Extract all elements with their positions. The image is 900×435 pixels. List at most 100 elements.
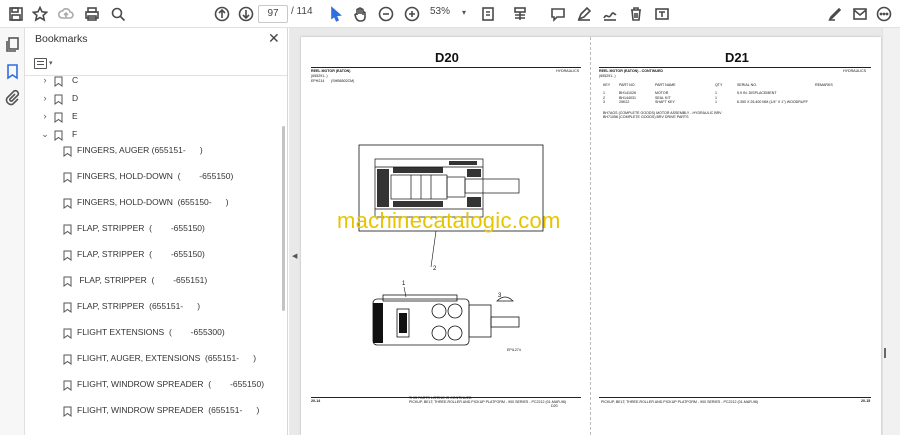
- table-cell: SHAFT KEY: [655, 100, 675, 104]
- table-cell: 1: [715, 95, 717, 100]
- bookmark-item[interactable]: FINGERS, HOLD-DOWN (655150- ): [25, 194, 275, 212]
- close-icon[interactable]: ✕: [268, 30, 280, 47]
- bookmarks-icon[interactable]: [4, 63, 21, 80]
- document-scrollbar[interactable]: [882, 28, 900, 435]
- zoom-dropdown-icon[interactable]: ▾: [462, 8, 466, 17]
- save-icon[interactable]: [6, 4, 26, 24]
- page-number-input[interactable]: 97: [258, 5, 288, 23]
- bookmark-label: F: [72, 129, 78, 139]
- table-header-cell: QTY: [715, 83, 723, 87]
- callout-1: 1: [402, 281, 406, 287]
- zoom-out-icon[interactable]: [376, 4, 396, 24]
- bookmark-item[interactable]: FINGERS, AUGER (655151- ): [25, 142, 275, 160]
- highlight-pen-icon[interactable]: [574, 4, 594, 24]
- page-fit-icon[interactable]: [478, 4, 498, 24]
- bookmark-icon: [54, 94, 63, 105]
- bookmark-icon: [63, 276, 72, 287]
- zoom-in-icon[interactable]: [402, 4, 422, 24]
- left-sub: EPH214: [311, 79, 325, 83]
- bookmark-label: FLAP, STRIPPER ( -655150): [77, 223, 205, 233]
- page-up-icon[interactable]: [212, 4, 232, 24]
- bookmark-icon: [54, 112, 63, 123]
- left-heading-rule: [311, 67, 581, 68]
- bookmark-item[interactable]: FLAP, STRIPPER ( -655151): [25, 272, 275, 290]
- bookmark-scrollbar-thumb[interactable]: [282, 126, 285, 311]
- scroll-mode-icon[interactable]: [510, 4, 530, 24]
- reel-motor-diagram: 2 1 3 EPIL274: [358, 144, 544, 352]
- left-footer-code: D20: [551, 404, 558, 408]
- bookmark-icon: [63, 250, 72, 261]
- bookmark-item[interactable]: FLAP, STRIPPER ( -655150): [25, 246, 275, 264]
- cloud-upload-icon[interactable]: [56, 4, 76, 24]
- select-cursor-icon[interactable]: [326, 4, 346, 24]
- table-cell: 2: [603, 95, 605, 100]
- bookmark-label: FINGERS, AUGER (655151- ): [77, 145, 203, 155]
- bookmark-item[interactable]: › C: [25, 72, 275, 90]
- draw-icon[interactable]: [600, 4, 620, 24]
- chevron-down-icon: ▾: [49, 60, 53, 67]
- callout-2: 2: [433, 266, 437, 272]
- left-sub2: (SHB6502CM): [331, 79, 355, 83]
- pdf-page-spread: D20 HYDRAULICS REEL MOTOR (EATON) (65529…: [301, 37, 881, 435]
- table-cell: 5.9 IN. DISPLACEMENT: [737, 91, 777, 95]
- bookmark-icon: [54, 130, 63, 141]
- sign-icon[interactable]: [825, 4, 845, 24]
- main-toolbar: 97 / 114 53% ▾: [0, 0, 900, 28]
- search-icon[interactable]: [108, 4, 128, 24]
- document-scrollbar-thumb[interactable]: [884, 348, 886, 358]
- bookmark-item[interactable]: FLIGHT, WINDROW SPREADER ( -655150): [25, 376, 275, 394]
- table-header-cell: KEY: [603, 83, 611, 87]
- bookmark-label: FINGERS, HOLD-DOWN (655150- ): [77, 197, 229, 207]
- chevron-down-icon[interactable]: ⌄: [41, 129, 49, 140]
- table-cell: 6.350 X 25.400 MM (1/4" X 1") WOODRUFF: [737, 100, 808, 104]
- chevron-right-icon[interactable]: ›: [41, 93, 49, 103]
- list-options-icon: [34, 57, 47, 69]
- comment-icon[interactable]: [548, 4, 568, 24]
- bookmark-label: FINGERS, HOLD-DOWN ( -655150): [77, 171, 234, 181]
- bookmark-label: FLIGHT, WINDROW SPREADER (655151- ): [77, 405, 260, 415]
- table-header-cell: SERIAL NO.: [737, 83, 758, 87]
- watermark: machinecatalogic.com: [337, 208, 561, 233]
- right-serial: (655291- ): [599, 74, 616, 78]
- table-cell: 3: [603, 100, 605, 104]
- bookmark-item[interactable]: FLAP, STRIPPER ( -655150): [25, 220, 275, 238]
- navigation-rail: [0, 28, 25, 435]
- right-page-heading: D21: [725, 50, 749, 65]
- left-footer-page: 20-14: [311, 399, 321, 403]
- bookmark-item[interactable]: FLAP, STRIPPER (655151- ): [25, 298, 275, 316]
- left-serial: (655291- ): [311, 74, 328, 78]
- left-footer-title: PICKUP, BELT; THREE-ROLLER AND PICKUP PL…: [409, 400, 567, 404]
- email-icon[interactable]: [850, 4, 870, 24]
- star-icon[interactable]: [30, 4, 50, 24]
- bookmark-item[interactable]: FLIGHT, WINDROW SPREADER (655151- ): [25, 402, 275, 420]
- bookmark-icon: [63, 224, 72, 235]
- panel-title: Bookmarks: [35, 33, 88, 45]
- attachments-icon[interactable]: [4, 89, 21, 106]
- bookmark-item[interactable]: FINGERS, HOLD-DOWN ( -655150): [25, 168, 275, 186]
- bookmark-icon: [63, 406, 72, 417]
- page-down-icon[interactable]: [236, 4, 256, 24]
- bookmark-item[interactable]: FLIGHT EXTENSIONS ( -655300): [25, 324, 275, 342]
- text-edit-icon[interactable]: [652, 4, 672, 24]
- table-header-cell: PART NO.: [619, 83, 636, 87]
- table-header-cell: REMARKS: [815, 83, 833, 87]
- left-section-label: HYDRAULICS: [556, 69, 580, 73]
- hand-tool-icon[interactable]: [350, 4, 370, 24]
- right-footer-page: 20-15: [861, 399, 871, 403]
- pages-thumbnails-icon[interactable]: [4, 36, 21, 53]
- right-title: REEL MOTOR (EATON) - CONTINUED: [599, 69, 664, 73]
- bookmark-item[interactable]: › E: [25, 108, 275, 126]
- bookmark-item[interactable]: › D: [25, 90, 275, 108]
- print-icon[interactable]: [82, 4, 102, 24]
- zoom-level[interactable]: 53%: [430, 6, 450, 17]
- delete-icon[interactable]: [626, 4, 646, 24]
- collapse-left-panel-icon[interactable]: ◀: [292, 252, 297, 260]
- bookmark-icon: [63, 172, 72, 183]
- bookmark-icon: [63, 354, 72, 365]
- bookmark-options-button[interactable]: ▾: [34, 56, 58, 70]
- chevron-right-icon[interactable]: ›: [41, 111, 49, 121]
- bookmark-item[interactable]: FLIGHT, AUGER, EXTENSIONS (655151- ): [25, 350, 275, 368]
- more-options-icon[interactable]: [874, 4, 894, 24]
- bookmark-label: FLAP, STRIPPER ( -655151): [77, 275, 208, 285]
- chevron-right-icon[interactable]: ›: [41, 75, 49, 85]
